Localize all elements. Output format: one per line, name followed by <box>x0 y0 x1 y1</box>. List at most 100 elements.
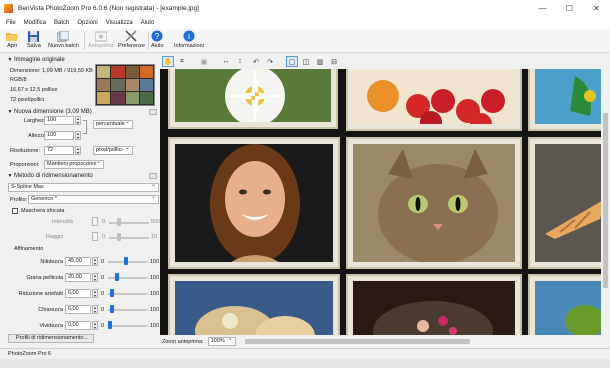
refine-slider-track[interactable] <box>108 325 148 327</box>
image-preview[interactable] <box>160 69 601 335</box>
width-field[interactable]: 100 <box>44 116 74 125</box>
menu-batch[interactable]: Batch <box>54 20 69 26</box>
split-vertical-button[interactable]: ◫ <box>300 56 312 67</box>
menu-file[interactable]: File <box>6 20 16 26</box>
thumbnail-cell <box>139 66 153 78</box>
resolution-label: Risoluzione: <box>10 148 40 154</box>
refine-stepper[interactable]: ▴ ▾ <box>92 305 98 314</box>
split-side-button[interactable]: ▥ <box>314 56 326 67</box>
refine-stepper[interactable]: ▴ ▾ <box>92 321 98 330</box>
refine-slider-thumb[interactable] <box>124 257 128 265</box>
vertical-scrollbar[interactable] <box>601 69 610 335</box>
resolution-stepper[interactable]: ▴ ▾ <box>75 146 81 155</box>
horizontal-scroll-thumb[interactable] <box>245 339 470 344</box>
new-batch-button[interactable]: Nuovo batch <box>48 30 79 49</box>
radius-min: 0 <box>102 234 106 240</box>
resize-profiles-button[interactable]: Profili di ridimensionamento... <box>8 334 94 343</box>
minimize-button[interactable]: — <box>529 0 556 17</box>
help-button[interactable]: ? Aiuto <box>151 30 164 49</box>
rotate-right-button[interactable]: ↷ <box>264 56 276 67</box>
new-size-header[interactable]: ▼ Nuova dimensione (3,09 MB) <box>6 107 159 116</box>
batch-icon <box>57 30 70 42</box>
refine-stepper[interactable]: ▴ ▾ <box>92 289 98 298</box>
proportions-select[interactable]: Mantieni proporzioni <box>44 159 104 169</box>
refine-label: Riduzione artefatti <box>18 291 63 297</box>
profile-select[interactable]: Generico * <box>28 194 159 204</box>
maximize-button[interactable]: ☐ <box>556 0 583 17</box>
refine-slider-track[interactable] <box>108 293 148 295</box>
method-menu-button[interactable] <box>149 173 157 179</box>
split-horizontal-button[interactable]: ⊟ <box>328 56 340 67</box>
preview-button[interactable]: Anteprima <box>88 30 113 49</box>
refine-max: 100 <box>150 323 160 329</box>
original-image-header[interactable]: ▼ Immagine originale <box>6 55 159 64</box>
radius-slider-track[interactable] <box>109 237 149 239</box>
link-proportions-icon[interactable] <box>83 120 87 134</box>
open-button[interactable]: Apri <box>6 30 18 49</box>
thumbnail-cell <box>125 92 139 104</box>
menu-aiuto[interactable]: Aiuto <box>141 20 155 26</box>
unsharp-mask-checkbox[interactable] <box>12 208 18 214</box>
height-stepper[interactable]: ▴ ▾ <box>75 131 81 140</box>
radius-field[interactable] <box>92 232 98 241</box>
vertical-fit-button[interactable]: ↕ <box>234 56 246 67</box>
method-header[interactable]: ▼ Metodo di ridimensionamento <box>6 171 159 180</box>
new-size-menu-button[interactable] <box>149 109 157 115</box>
size-unit-select[interactable]: percentuale <box>93 119 133 129</box>
resolution-unit-select[interactable]: pixel/pollici <box>93 145 133 155</box>
intensity-slider-track[interactable] <box>109 222 149 224</box>
refine-stepper[interactable]: ▴ ▾ <box>92 257 98 266</box>
crop-tool-button[interactable]: ⌗ <box>176 56 188 67</box>
zoom-select[interactable]: 100% <box>207 336 236 346</box>
refine-slider-thumb[interactable] <box>110 305 114 313</box>
horizontal-fit-button[interactable]: ↔ <box>220 56 232 67</box>
resolution-field[interactable]: 72 <box>44 146 74 155</box>
photo <box>175 69 331 122</box>
rotate-left-button[interactable]: ↶ <box>250 56 262 67</box>
refine-max: 100 <box>150 307 160 313</box>
algorithm-select[interactable]: S-Spline Max <box>8 182 159 192</box>
refine-slider-thumb[interactable] <box>110 289 114 297</box>
radius-slider-thumb[interactable] <box>117 233 121 241</box>
horizontal-scrollbar[interactable] <box>235 338 600 345</box>
refine-slider-track[interactable] <box>108 309 148 311</box>
menu-modifica[interactable]: Modifica <box>24 20 46 26</box>
refine-value-field[interactable]: 0,00 <box>65 321 91 330</box>
rotate-left-icon: ↶ <box>253 58 259 66</box>
fit-view-button[interactable]: ▣ <box>198 56 210 67</box>
status-bar: PhotoZoom Pro 6 <box>0 348 610 359</box>
refine-slider-track[interactable] <box>108 261 148 263</box>
refine-stepper[interactable]: ▴ ▾ <box>92 273 98 282</box>
vertical-scroll-thumb[interactable] <box>603 113 608 288</box>
refine-value-field[interactable]: 20,00 <box>65 273 91 282</box>
intensity-field[interactable] <box>92 217 98 226</box>
save-button[interactable]: Salva <box>27 30 41 49</box>
menu-visualizza[interactable]: Visualizza <box>106 20 133 26</box>
single-view-button[interactable]: ▢ <box>286 56 298 67</box>
info-button[interactable]: i Informazioni <box>174 30 204 49</box>
radius-label: Raggio <box>46 234 64 240</box>
refine-slider-thumb[interactable] <box>115 273 119 281</box>
thumbnail-cell <box>111 92 125 104</box>
menu-opzioni[interactable]: Opzioni <box>77 20 97 26</box>
width-stepper[interactable]: ▴ ▾ <box>75 116 81 125</box>
preferences-button[interactable]: Preferenze <box>118 30 145 49</box>
refine-value-field[interactable]: 6,00 <box>65 289 91 298</box>
app-icon <box>4 4 13 13</box>
hand-tool-button[interactable]: ✋ <box>162 56 174 67</box>
refine-slider-track[interactable] <box>108 277 148 279</box>
refine-value-field[interactable]: 6,00 <box>65 305 91 314</box>
crop-icon: ⌗ <box>180 57 184 65</box>
photo <box>175 281 333 335</box>
split-horizontal-icon: ⊟ <box>331 58 337 66</box>
intensity-slider-thumb[interactable] <box>117 218 121 226</box>
height-field[interactable]: 100 <box>44 131 74 140</box>
collapse-arrow-icon: ▼ <box>7 56 13 63</box>
refine-slider-thumb[interactable] <box>108 321 112 329</box>
close-button[interactable]: ✕ <box>583 0 610 17</box>
original-thumbnail <box>95 64 155 106</box>
fit-icon: ▣ <box>200 58 208 66</box>
menu-bar: File Modifica Batch Opzioni Visualizza A… <box>0 17 610 29</box>
thumbnail-cell <box>97 79 111 91</box>
refine-value-field[interactable]: 45,00 <box>65 257 91 266</box>
